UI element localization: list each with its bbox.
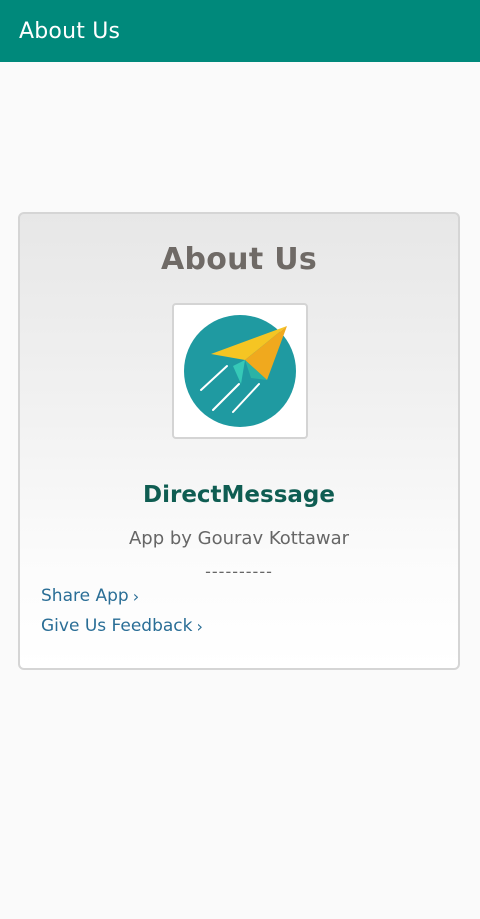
paper-plane-icon [184, 315, 296, 427]
chevron-right-icon: › [132, 586, 140, 606]
card-title: About Us [160, 242, 318, 277]
app-logo [172, 303, 308, 439]
about-card: About Us DirectMessage App by Gourav Kot… [18, 212, 460, 670]
divider: ---------- [205, 562, 273, 581]
author-text: App by Gourav Kottawar [128, 528, 350, 549]
give-feedback-label: Give Us Feedback [41, 616, 193, 636]
share-app-label: Share App [41, 586, 129, 606]
app-bar-title: About Us [19, 18, 121, 44]
app-bar: About Us [0, 0, 480, 62]
share-app-link[interactable]: Share App › [41, 586, 139, 606]
chevron-right-icon: › [196, 616, 203, 636]
give-feedback-link[interactable]: Give Us Feedback › [41, 616, 203, 636]
app-name: DirectMessage [143, 482, 335, 508]
